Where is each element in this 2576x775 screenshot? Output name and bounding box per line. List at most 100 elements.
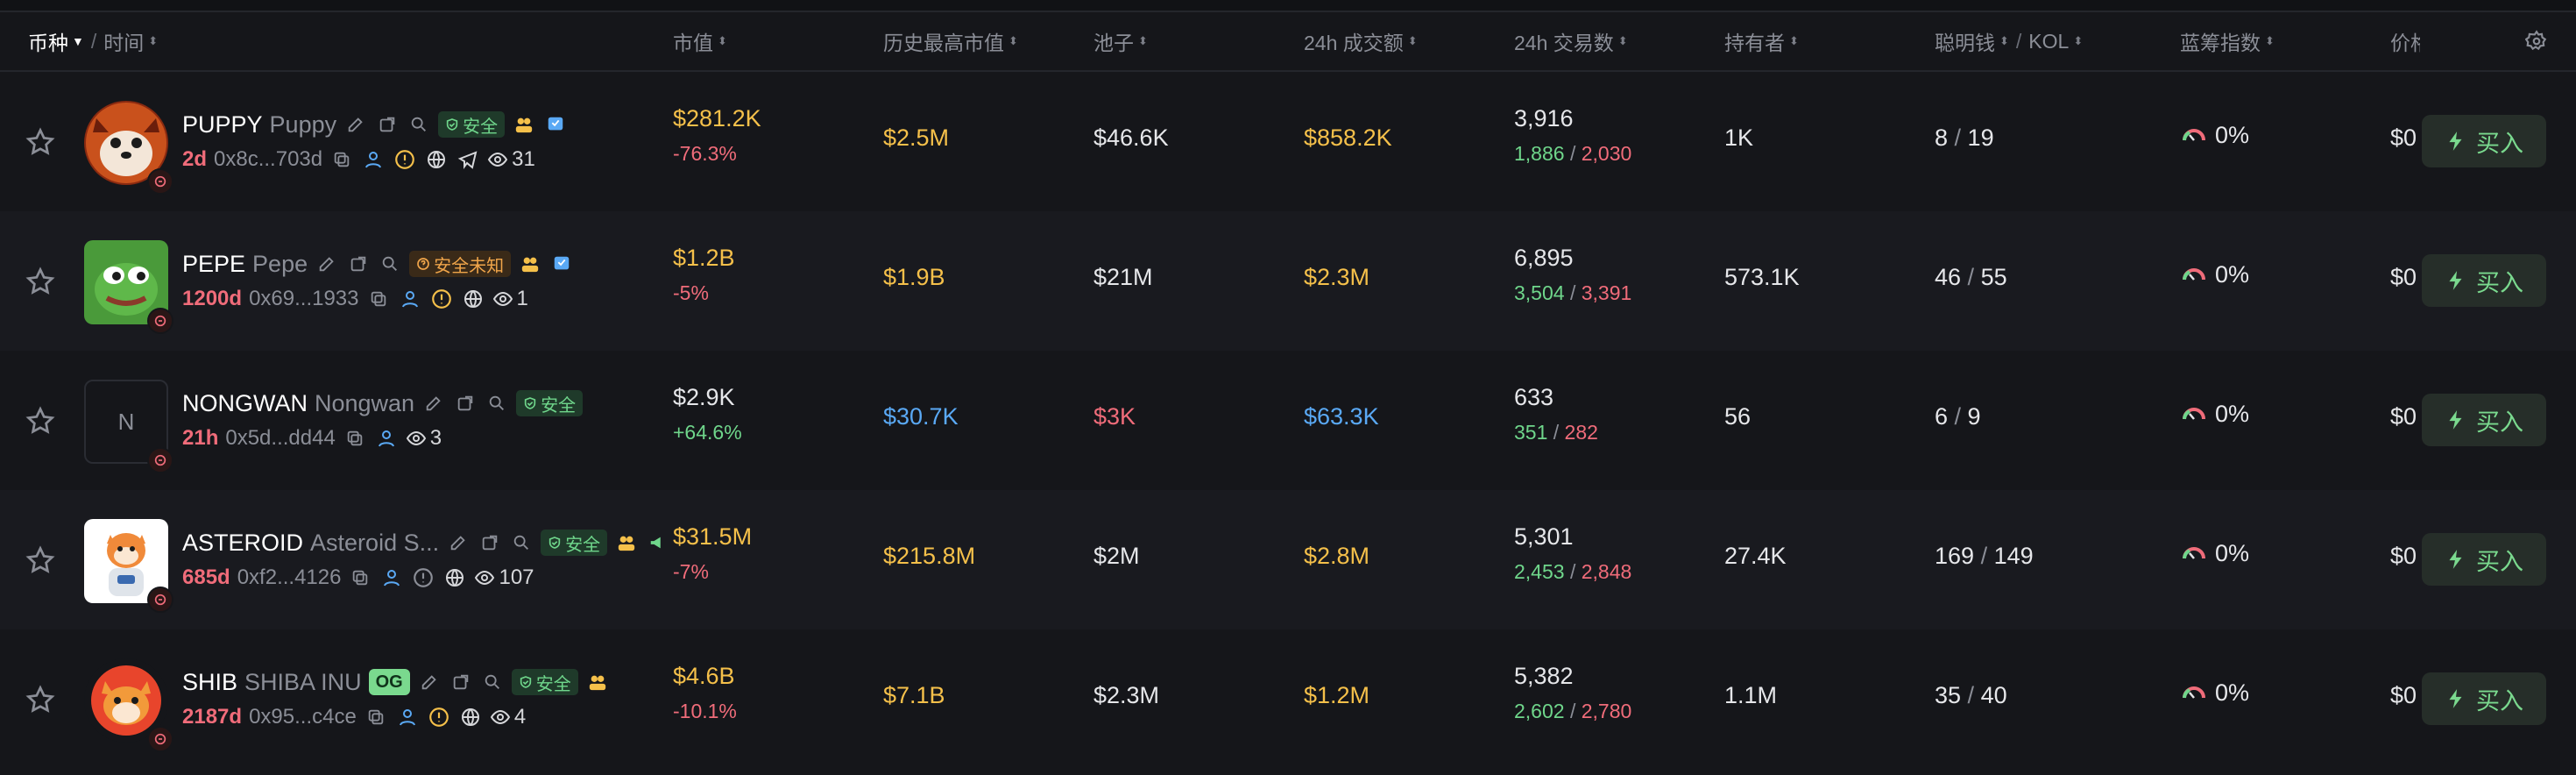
- copy-icon[interactable]: [343, 426, 367, 451]
- sell-count: 3,391: [1581, 281, 1632, 304]
- favorite-star-icon[interactable]: [25, 266, 60, 301]
- header-smart[interactable]: 聪明钱 ⬍ / KOL ⬍: [1935, 12, 2083, 70]
- copy-icon[interactable]: [364, 705, 388, 729]
- token-meta-line: 21h 0x5d...dd44 3: [182, 423, 442, 454]
- gear-icon[interactable]: [2522, 26, 2551, 56]
- edit-icon[interactable]: [343, 112, 368, 137]
- warning-icon[interactable]: [429, 287, 454, 311]
- telegram-icon[interactable]: [456, 147, 480, 172]
- share-icon[interactable]: [449, 670, 473, 694]
- header-mcap[interactable]: 市值 ⬍: [673, 12, 727, 70]
- header-holders[interactable]: 持有者 ⬍: [1724, 12, 1799, 70]
- community-icon[interactable]: [614, 530, 639, 555]
- market-cap: $31.5M: [673, 523, 753, 550]
- watchers: 3: [406, 426, 442, 451]
- header-bluechip[interactable]: 蓝筹指数 ⬍: [2180, 12, 2275, 70]
- copy-icon[interactable]: [348, 565, 372, 590]
- dev-icon[interactable]: [395, 705, 420, 729]
- warning-icon[interactable]: [411, 565, 435, 590]
- buy-button[interactable]: 买入: [2422, 115, 2546, 167]
- table-row[interactable]: N NONGWAN Nongwan 安全 21h 0x5d...dd44 3 $2.9K +64…: [0, 351, 2576, 490]
- community-icon[interactable]: [585, 670, 610, 694]
- search-icon[interactable]: [485, 391, 509, 416]
- table-row[interactable]: PUPPY Puppy 安全 2d 0x8c...703d 31 $281.2K -76.3%…: [0, 72, 2576, 211]
- header-time-label[interactable]: 时间: [103, 26, 144, 56]
- buy-button[interactable]: 买入: [2422, 672, 2546, 725]
- sort-icon: ⬍: [1138, 34, 1148, 47]
- twitter-icon[interactable]: [549, 252, 574, 276]
- dev-icon[interactable]: [379, 565, 404, 590]
- search-icon[interactable]: [407, 112, 431, 137]
- eye-icon: [474, 567, 495, 588]
- token-address[interactable]: 0x95...c4ce: [249, 705, 357, 729]
- share-icon[interactable]: [478, 530, 502, 555]
- copy-icon[interactable]: [366, 287, 391, 311]
- community-icon[interactable]: [518, 252, 542, 276]
- favorite-star-icon[interactable]: [25, 684, 60, 719]
- safety-badge[interactable]: 安全: [438, 111, 506, 138]
- token-symbol[interactable]: ASTEROID: [182, 530, 303, 557]
- favorite-star-icon[interactable]: [25, 126, 60, 161]
- search-icon[interactable]: [509, 530, 534, 555]
- token-symbol[interactable]: PEPE: [182, 251, 245, 278]
- market-cap-change: -5%: [673, 281, 709, 304]
- search-icon[interactable]: [480, 670, 505, 694]
- token-address[interactable]: 0xf2...4126: [237, 565, 342, 590]
- community-icon[interactable]: [512, 112, 536, 137]
- buy-button[interactable]: 买入: [2422, 394, 2546, 446]
- edit-icon[interactable]: [446, 530, 471, 555]
- header-pool[interactable]: 池子 ⬍: [1093, 12, 1148, 70]
- dev-icon[interactable]: [374, 426, 399, 451]
- header-price[interactable]: 价格: [2390, 12, 2420, 70]
- price: $0: [2390, 264, 2417, 290]
- header-vol[interactable]: 24h 成交额 ⬍: [1304, 12, 1418, 70]
- header-mcap-label: 市值: [673, 32, 713, 54]
- safety-unknown-badge[interactable]: 安全未知: [409, 251, 512, 277]
- favorite-star-icon[interactable]: [25, 544, 60, 579]
- share-icon[interactable]: [453, 391, 478, 416]
- token-address[interactable]: 0x8c...703d: [214, 147, 322, 172]
- buy-button[interactable]: 买入: [2422, 533, 2546, 586]
- table-row[interactable]: ASTEROID Asteroid S... 安全 685d 0xf2...4126 10…: [0, 490, 2576, 629]
- share-icon[interactable]: [346, 252, 371, 276]
- header-ath[interactable]: 历史最高市值 ⬍: [883, 12, 1018, 70]
- header-kol-label[interactable]: KOL: [2028, 30, 2069, 53]
- megaphone-icon[interactable]: [646, 530, 670, 555]
- dev-icon[interactable]: [361, 147, 386, 172]
- safety-badge[interactable]: 安全: [516, 390, 584, 416]
- website-icon[interactable]: [458, 705, 483, 729]
- safety-badge[interactable]: 安全: [511, 669, 578, 695]
- token-address[interactable]: 0x69...1933: [249, 287, 358, 311]
- token-address[interactable]: 0x5d...dd44: [225, 426, 335, 451]
- edit-icon[interactable]: [417, 670, 442, 694]
- token-symbol[interactable]: NONGWAN: [182, 390, 308, 417]
- share-icon[interactable]: [375, 112, 400, 137]
- favorite-star-icon[interactable]: [25, 405, 60, 440]
- header-txs[interactable]: 24h 交易数 ⬍: [1514, 12, 1628, 70]
- pool-liquidity: $46.6K: [1093, 124, 1169, 151]
- search-icon[interactable]: [378, 252, 402, 276]
- buy-button-label: 买入: [2476, 130, 2523, 157]
- safety-badge[interactable]: 安全: [541, 530, 608, 556]
- buy-button[interactable]: 买入: [2422, 254, 2546, 307]
- twitter-icon[interactable]: [543, 112, 568, 137]
- token-symbol[interactable]: PUPPY: [182, 111, 263, 139]
- warning-icon[interactable]: [427, 705, 451, 729]
- table-row[interactable]: PEPE Pepe 安全未知 1200d 0x69...1933 1 $1.2B -5% $1.…: [0, 211, 2576, 351]
- website-icon[interactable]: [461, 287, 485, 311]
- copy-icon[interactable]: [329, 147, 354, 172]
- dev-icon[interactable]: [398, 287, 422, 311]
- token-symbol[interactable]: SHIB: [182, 669, 237, 696]
- website-icon[interactable]: [442, 565, 467, 590]
- sell-count: 2,030: [1581, 142, 1632, 165]
- eye-icon: [406, 428, 427, 449]
- website-icon[interactable]: [424, 147, 449, 172]
- table-row[interactable]: SHIB SHIBA INU OG 安全 2187d 0x95...c4ce 4 $4.6B -…: [0, 629, 2576, 769]
- token-age: 1200d: [182, 287, 243, 310]
- header-coin[interactable]: 币种 ▼ / 时间 ⬍: [28, 12, 158, 70]
- buy-button-label: 买入: [2476, 548, 2523, 575]
- edit-icon[interactable]: [421, 391, 446, 416]
- warning-icon[interactable]: [393, 147, 417, 172]
- volume-24h: $2.3M: [1304, 264, 1370, 290]
- edit-icon[interactable]: [315, 252, 339, 276]
